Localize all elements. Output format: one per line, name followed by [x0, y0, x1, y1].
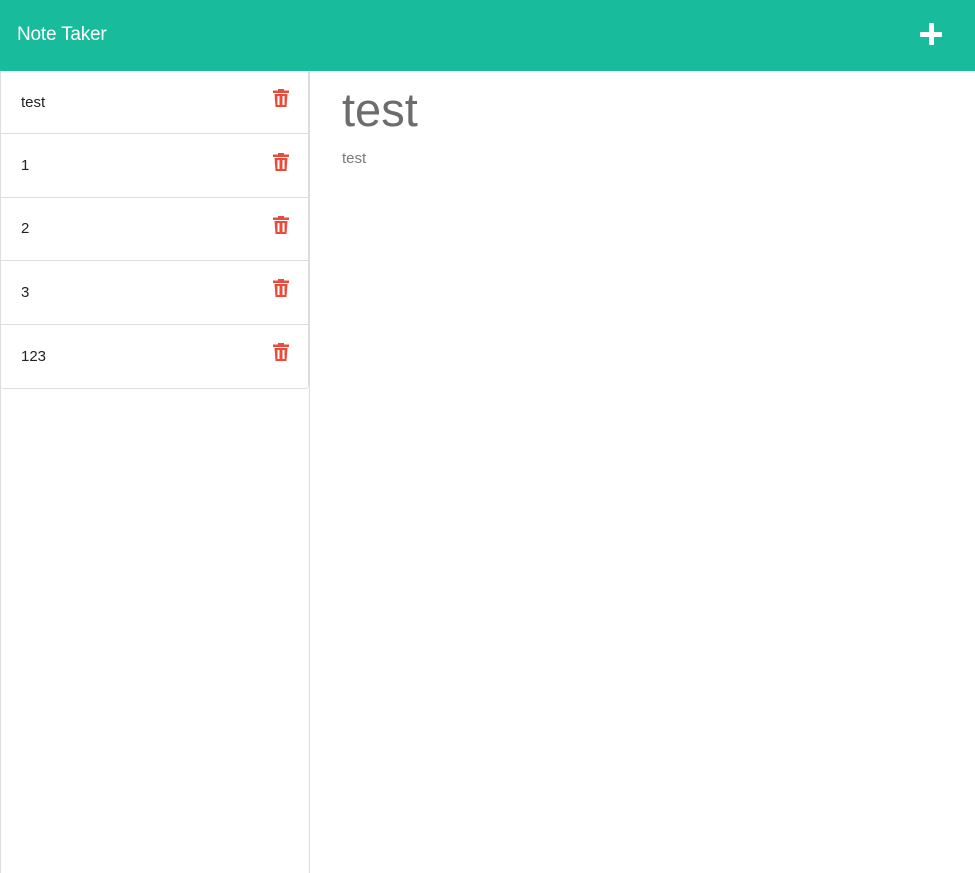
notes-sidebar: test 1 2 3 123: [0, 71, 310, 873]
trash-icon[interactable]: [272, 152, 290, 172]
note-title: test: [342, 83, 418, 136]
trash-icon[interactable]: [272, 215, 290, 235]
note-list: test 1 2 3 123: [1, 71, 309, 389]
trash-icon[interactable]: [272, 278, 290, 298]
list-item[interactable]: 1: [1, 134, 308, 198]
navbar: Note Taker: [0, 0, 975, 71]
note-list-title[interactable]: test: [21, 94, 45, 111]
note-list-title[interactable]: 1: [21, 157, 29, 174]
note-list-title[interactable]: 2: [21, 220, 29, 237]
trash-icon[interactable]: [272, 342, 290, 362]
list-item[interactable]: 123: [1, 325, 308, 388]
note-text: test: [342, 150, 367, 167]
new-note-button[interactable]: [919, 22, 945, 48]
list-item[interactable]: 3: [1, 261, 308, 325]
trash-icon[interactable]: [272, 88, 290, 108]
app-title[interactable]: Note Taker: [17, 24, 107, 46]
note-list-title[interactable]: 3: [21, 284, 29, 301]
list-item[interactable]: 2: [1, 198, 308, 262]
list-item[interactable]: test: [1, 71, 308, 135]
note-view: test test: [342, 80, 942, 167]
note-list-title[interactable]: 123: [21, 348, 46, 365]
